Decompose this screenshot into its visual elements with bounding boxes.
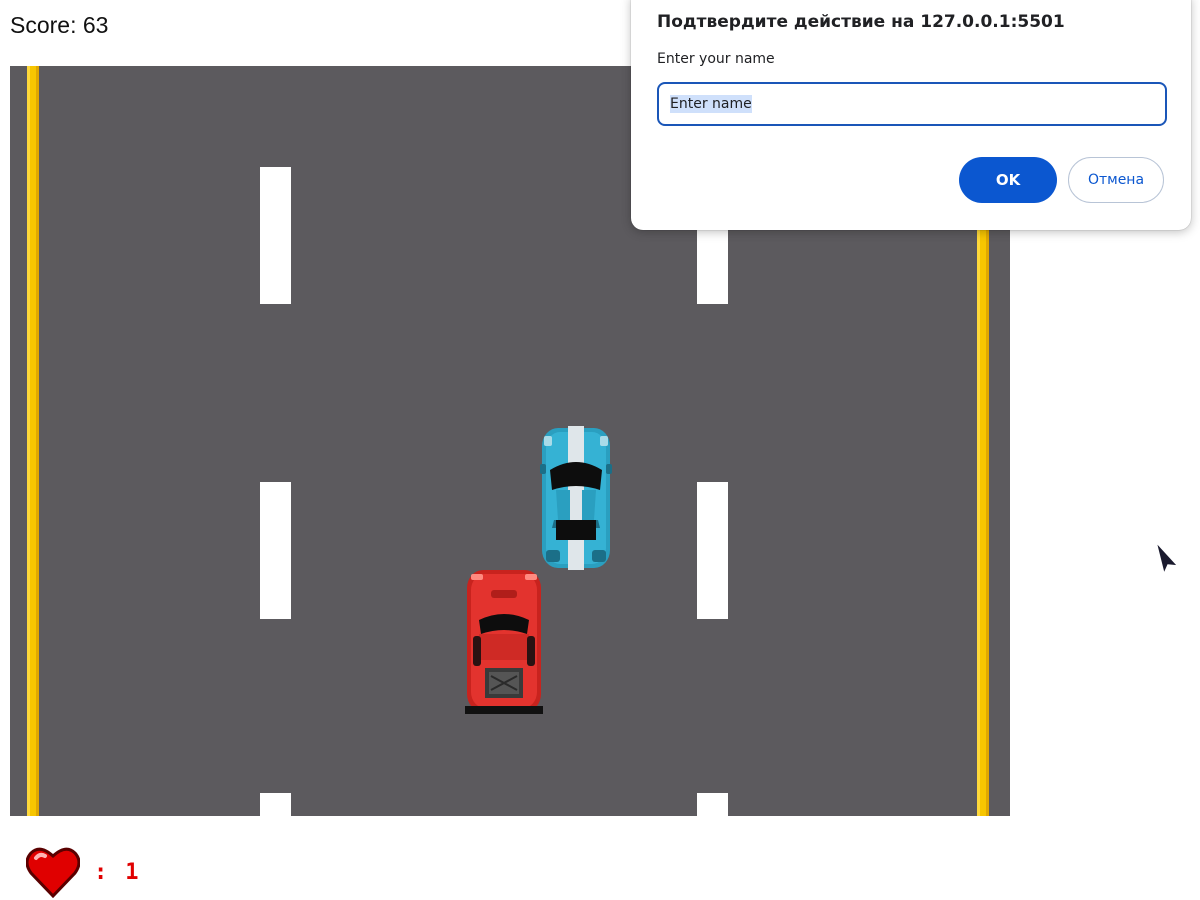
name-input[interactable]: Enter name (657, 82, 1167, 126)
player-car (465, 570, 543, 714)
ok-button[interactable]: OK (959, 157, 1057, 203)
prompt-dialog: Подтвердите действие на 127.0.0.1:5501 E… (631, 0, 1191, 230)
left-edge-line (27, 66, 39, 816)
cancel-button[interactable]: Отмена (1068, 157, 1164, 203)
mouse-cursor-icon (1155, 541, 1180, 576)
lives-count: 1 (125, 859, 139, 885)
lives-separator: : (94, 859, 110, 885)
lane-dash (260, 793, 291, 816)
lane-dash (260, 482, 291, 619)
score-display: Score: 63 (10, 12, 109, 38)
enemy-car (540, 426, 612, 570)
dialog-message: Enter your name (657, 51, 775, 67)
dialog-title: Подтвердите действие на 127.0.0.1:5501 (657, 12, 1065, 32)
heart-icon (26, 847, 80, 898)
lane-dash (697, 482, 728, 619)
name-input-value: Enter name (670, 95, 752, 113)
lane-dash (260, 167, 291, 304)
lane-dash (697, 793, 728, 816)
lives-display: : 1 (26, 846, 139, 898)
